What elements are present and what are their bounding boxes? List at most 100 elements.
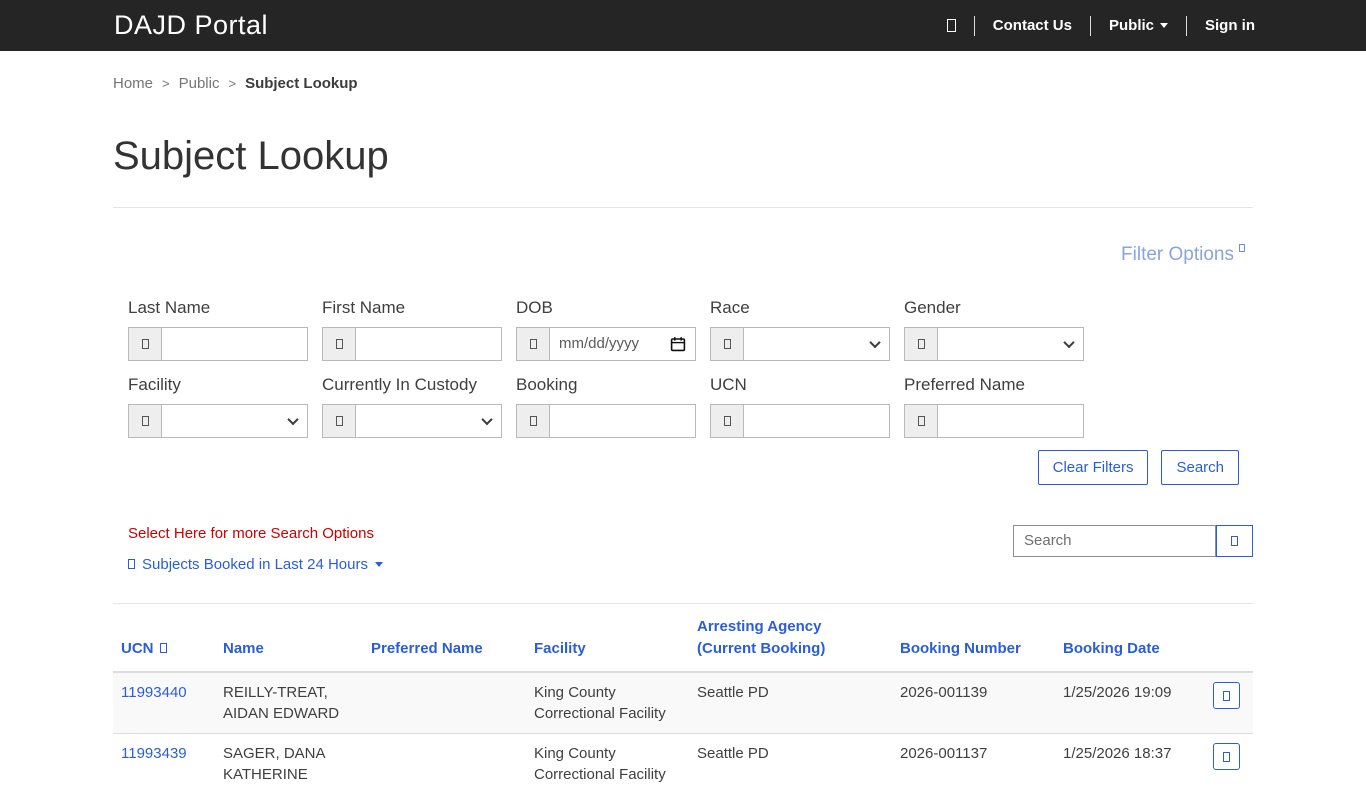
breadcrumb-home[interactable]: Home (113, 75, 153, 92)
ucn-link[interactable]: 11993440 (121, 684, 187, 701)
missing-glyph-icon (128, 559, 135, 569)
field-addon-icon (323, 405, 356, 437)
field-addon-icon (905, 328, 938, 360)
ucn-input[interactable] (744, 405, 889, 437)
chevron-down-icon (1063, 337, 1074, 348)
cell-preferred-name (363, 734, 526, 794)
field-addon-icon (905, 405, 938, 437)
left-options: Select Here for more Search Options Subj… (128, 525, 383, 573)
cell-booking-date: 1/25/2026 18:37 (1055, 734, 1205, 794)
cell-name: SAGER, DANA KATHERINE (215, 734, 363, 794)
facility-select[interactable] (162, 405, 307, 437)
clear-filters-button[interactable]: Clear Filters (1038, 450, 1149, 485)
preferred-name-input[interactable] (938, 405, 1083, 437)
contact-us-link[interactable]: Contact Us (993, 17, 1072, 34)
page-title: Subject Lookup (113, 132, 1253, 180)
missing-glyph-icon (336, 339, 343, 349)
more-search-options-link[interactable]: Select Here for more Search Options (128, 525, 383, 542)
cell-arresting-agency: Seattle PD (689, 734, 892, 794)
missing-glyph-icon (142, 416, 149, 426)
missing-glyph-icon (530, 339, 537, 349)
column-header-booking-number[interactable]: Booking Number (892, 603, 1055, 672)
sign-in-link[interactable]: Sign in (1205, 17, 1255, 34)
view-details-button[interactable] (1213, 743, 1240, 770)
cell-facility: King County Correctional Facility (526, 672, 689, 734)
chevron-down-icon (481, 414, 492, 425)
column-header-booking-date[interactable]: Booking Date (1055, 603, 1205, 672)
facility-label: Facility (128, 375, 308, 395)
field-gender: Gender (904, 298, 1084, 361)
results-table: UCN Name Preferred Name Facility Arresti… (113, 603, 1253, 794)
gender-label: Gender (904, 298, 1084, 318)
cell-facility: King County Correctional Facility (526, 734, 689, 794)
filter-options-toggle[interactable]: Filter Options (1121, 244, 1245, 265)
booking-input[interactable] (550, 405, 695, 437)
dob-date-input[interactable]: mm/dd/yyyy (550, 328, 695, 360)
breadcrumb-separator: > (228, 76, 236, 91)
field-addon-icon (711, 405, 744, 437)
field-first-name: First Name (322, 298, 502, 361)
gender-select[interactable] (938, 328, 1083, 360)
ucn-link[interactable]: 11993439 (121, 745, 187, 762)
dob-label: DOB (516, 298, 696, 318)
cell-preferred-name (363, 672, 526, 734)
table-row: 11993440 REILLY-TREAT, AIDAN EDWARD King… (113, 672, 1253, 734)
booking-label: Booking (516, 375, 696, 395)
missing-glyph-icon (724, 416, 731, 426)
sort-icon (160, 643, 167, 653)
cell-booking-date: 1/25/2026 19:09 (1055, 672, 1205, 734)
topnav-divider (1186, 16, 1187, 36)
column-header-name[interactable]: Name (215, 603, 363, 672)
field-addon-icon (129, 328, 162, 360)
field-addon-icon (129, 405, 162, 437)
field-preferred-name: Preferred Name (904, 375, 1084, 438)
column-header-arresting-agency[interactable]: Arresting Agency (Current Booking) (689, 603, 892, 672)
currently-in-custody-label: Currently In Custody (322, 375, 502, 395)
calendar-icon[interactable] (670, 336, 686, 352)
column-header-preferred-name[interactable]: Preferred Name (363, 603, 526, 672)
topnav-divider (1090, 16, 1091, 36)
column-header-actions (1205, 603, 1253, 672)
breadcrumb-separator: > (162, 76, 170, 91)
field-addon-icon (517, 328, 550, 360)
chevron-down-icon (869, 337, 880, 348)
caret-down-icon (375, 562, 383, 567)
filter-options-label: Filter Options (1121, 244, 1234, 265)
field-addon-icon (711, 328, 744, 360)
dob-placeholder: mm/dd/yyyy (559, 335, 670, 352)
race-select[interactable] (744, 328, 889, 360)
table-search-input[interactable] (1013, 525, 1216, 557)
filter-form: Last Name First Name DOB mm/dd/yy (113, 298, 1253, 485)
topbar-glyph-icon[interactable] (947, 19, 956, 32)
breadcrumb: Home > Public > Subject Lookup (113, 75, 1253, 92)
public-menu[interactable]: Public (1109, 17, 1168, 34)
ucn-header-label: UCN (121, 640, 154, 657)
brand-title[interactable]: DAJD Portal (114, 10, 268, 41)
table-search-go-button[interactable] (1216, 525, 1253, 557)
topnav-divider (974, 16, 975, 36)
field-last-name: Last Name (128, 298, 308, 361)
breadcrumb-public[interactable]: Public (179, 75, 220, 92)
missing-glyph-icon (724, 339, 731, 349)
field-booking: Booking (516, 375, 696, 438)
column-header-facility[interactable]: Facility (526, 603, 689, 672)
chevron-down-icon (287, 414, 298, 425)
topnav: Contact Us Public Sign in (947, 16, 1255, 36)
ucn-label: UCN (710, 375, 890, 395)
field-ucn: UCN (710, 375, 890, 438)
race-label: Race (710, 298, 890, 318)
booked-last-24-hours-link[interactable]: Subjects Booked in Last 24 Hours (128, 556, 383, 573)
missing-glyph-icon (1239, 244, 1245, 252)
view-details-button[interactable] (1213, 682, 1240, 709)
caret-down-icon (1160, 23, 1168, 28)
column-header-ucn[interactable]: UCN (113, 603, 215, 672)
public-menu-label: Public (1109, 17, 1154, 34)
field-dob: DOB mm/dd/yyyy (516, 298, 696, 361)
table-search-group (1013, 525, 1253, 557)
first-name-input[interactable] (356, 328, 501, 360)
cell-arresting-agency: Seattle PD (689, 672, 892, 734)
currently-in-custody-select[interactable] (356, 405, 501, 437)
last-name-input[interactable] (162, 328, 307, 360)
table-header-row: UCN Name Preferred Name Facility Arresti… (113, 603, 1253, 672)
search-button[interactable]: Search (1161, 450, 1239, 485)
